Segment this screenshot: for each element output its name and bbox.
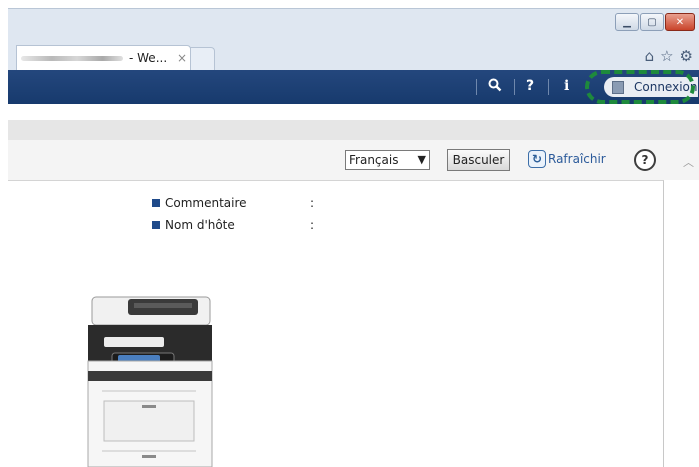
refresh-icon: ↻: [528, 150, 546, 168]
info-separator: :: [310, 196, 315, 210]
header-spacer: [8, 104, 699, 120]
window-controls: ▁ ▢ ✕: [615, 13, 695, 31]
info-row-hostname: Nom d'hôte: [152, 218, 235, 232]
bullet-icon: [152, 221, 160, 229]
help-icon[interactable]: ?: [526, 78, 534, 94]
info-label: Commentaire: [165, 196, 247, 210]
header-divider: [476, 79, 477, 95]
info-separator: :: [310, 218, 315, 232]
printer-image: [84, 295, 214, 467]
header-divider: [514, 79, 515, 95]
tab-title: - We...: [129, 51, 168, 65]
browser-tab[interactable]: - We... ×: [16, 45, 191, 71]
tab-url-redacted: [21, 56, 123, 61]
scroll-up-arrow[interactable]: ︿: [683, 154, 694, 170]
chevron-down-icon: ▼: [417, 153, 426, 166]
browser-toolbar: ⌂ ☆ ⚙: [645, 47, 693, 65]
star-icon[interactable]: ☆: [660, 47, 673, 65]
browser-chrome: ▁ ▢ ✕ - We... × ⌂ ☆ ⚙: [8, 8, 699, 71]
info-row-comment: Commentaire: [152, 196, 247, 210]
help-button[interactable]: ?: [634, 149, 656, 171]
info-icon[interactable]: i: [564, 78, 569, 94]
minimize-button[interactable]: ▁: [615, 13, 639, 31]
search-icon[interactable]: [488, 78, 502, 96]
language-select[interactable]: Français ▼: [345, 150, 430, 170]
menu-band: [8, 120, 699, 140]
login-highlight-callout: [585, 70, 695, 104]
language-value: Français: [349, 153, 399, 167]
switch-button[interactable]: Basculer: [447, 149, 510, 171]
new-tab-button[interactable]: [190, 47, 215, 71]
header-divider: [548, 79, 549, 95]
refresh-label: Rafraîchir: [548, 152, 606, 166]
close-window-button[interactable]: ✕: [665, 13, 695, 31]
info-label: Nom d'hôte: [165, 218, 235, 232]
bullet-icon: [152, 199, 160, 207]
tab-close-button[interactable]: ×: [177, 51, 187, 65]
home-icon[interactable]: ⌂: [645, 47, 655, 65]
maximize-button[interactable]: ▢: [640, 13, 664, 31]
refresh-button[interactable]: ↻ Rafraîchir: [528, 150, 606, 168]
gear-icon[interactable]: ⚙: [680, 47, 693, 65]
